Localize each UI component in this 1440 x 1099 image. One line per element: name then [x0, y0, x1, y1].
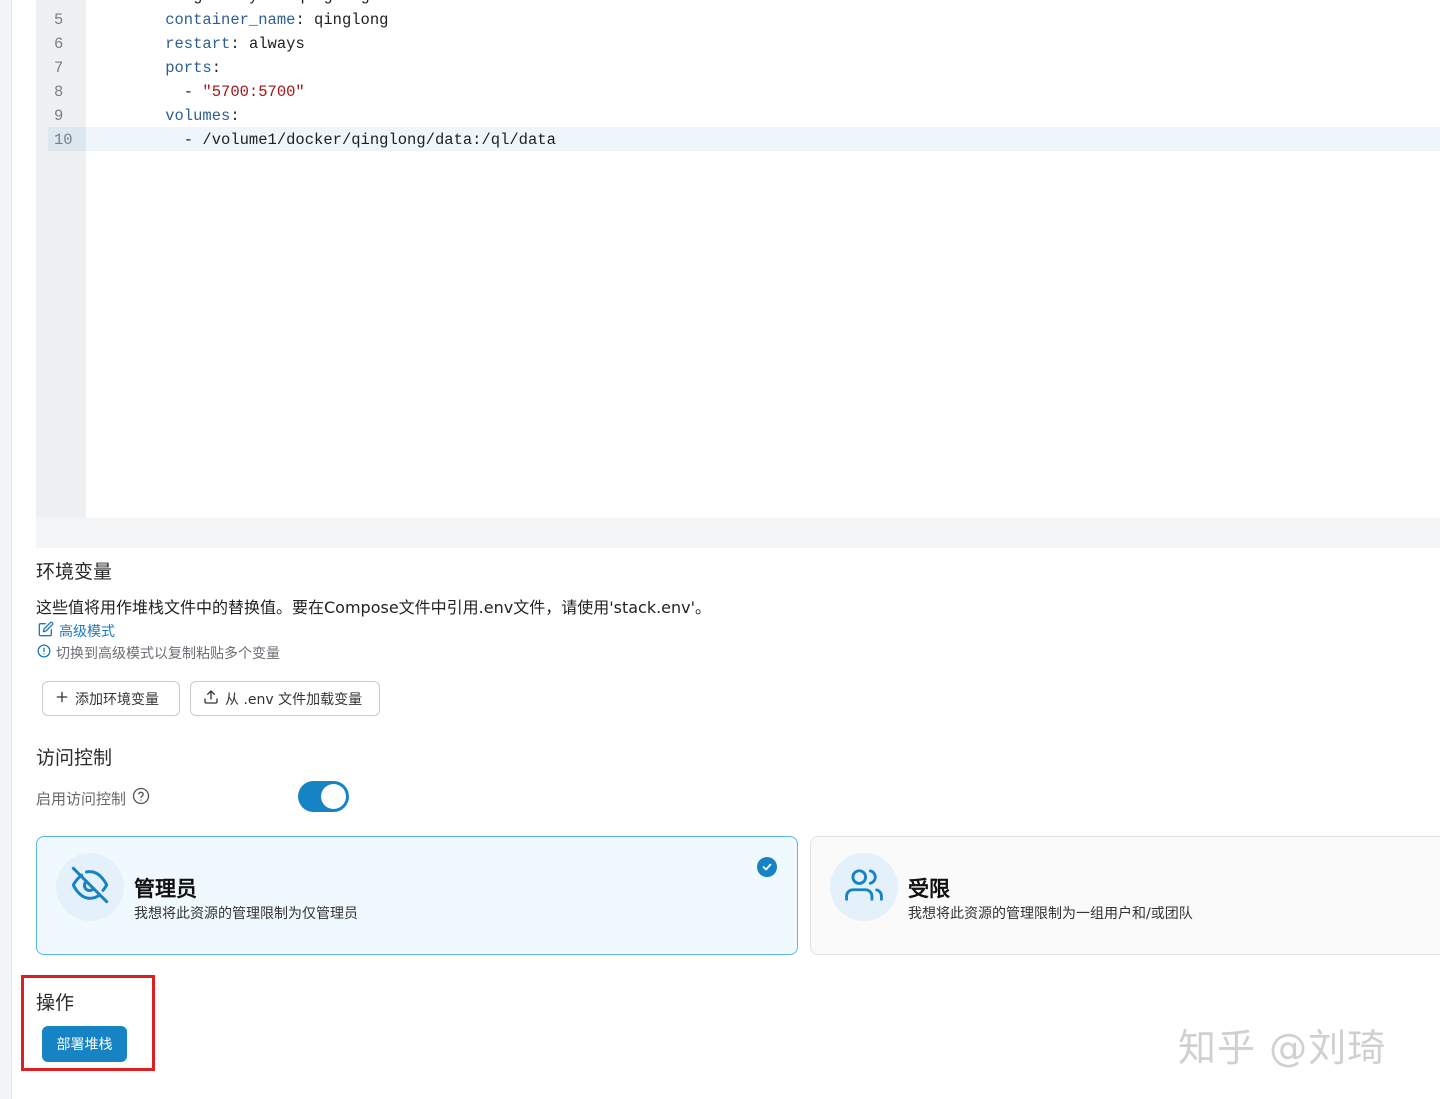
- left-rail: [0, 0, 12, 1099]
- add-env-variable-label: 添加环境变量: [75, 691, 159, 708]
- access-toggle-label: 启用访问控制: [36, 787, 150, 809]
- users-icon: [845, 866, 883, 908]
- code-line: - /volume1/docker/qinglong/data:/ql/data: [128, 131, 556, 149]
- access-control-toggle[interactable]: [298, 781, 349, 812]
- line-number: 6: [54, 35, 64, 53]
- add-env-variable-button[interactable]: 添加环境变量: [42, 681, 180, 716]
- selected-check-icon: [757, 857, 777, 877]
- plus-icon: [55, 690, 69, 708]
- load-env-file-label: 从 .env 文件加载变量: [225, 691, 363, 708]
- compose-editor[interactable]: 4 image: whyour/qinglong:latest 5 contai…: [36, 0, 1440, 548]
- code-line: volumes:: [128, 107, 240, 125]
- deploy-stack-button[interactable]: 部署堆栈: [42, 1026, 127, 1062]
- code-line: ports:: [128, 59, 222, 77]
- info-icon: [37, 644, 51, 662]
- advanced-mode-hint: 切换到高级模式以复制粘贴多个变量: [37, 643, 280, 663]
- restricted-access-card[interactable]: 受限 我想将此资源的管理限制为一组用户和/或团队: [810, 836, 1440, 955]
- edit-icon: [38, 621, 54, 641]
- code-line: - "5700:5700": [128, 83, 305, 101]
- restricted-card-title: 受限: [908, 877, 950, 901]
- env-section-title: 环境变量: [36, 561, 113, 583]
- hint-text: 切换到高级模式以复制粘贴多个变量: [56, 646, 280, 662]
- access-toggle-text: 启用访问控制: [36, 789, 127, 808]
- code-line: image: whyour/qinglong:latest: [128, 0, 435, 8]
- load-env-file-button[interactable]: 从 .env 文件加载变量: [190, 681, 380, 716]
- line-number: 5: [54, 11, 64, 29]
- help-icon[interactable]: [132, 787, 150, 809]
- line-number: 4: [54, 0, 84, 8]
- line-number: 8: [54, 83, 64, 101]
- line-number: 10: [54, 131, 73, 149]
- restricted-card-desc: 我想将此资源的管理限制为一组用户和/或团队: [908, 906, 1193, 922]
- code-line: restart: always: [128, 35, 305, 53]
- admin-access-card[interactable]: 管理员 我想将此资源的管理限制为仅管理员: [36, 836, 798, 955]
- actions-section-title: 操作: [36, 992, 75, 1014]
- advanced-mode-label: 高级模式: [59, 624, 115, 640]
- env-description: 这些值将用作堆栈文件中的替换值。要在Compose文件中引用.env文件，请使用…: [36, 598, 712, 617]
- access-section-title: 访问控制: [36, 747, 113, 769]
- card-icon-wrap: [830, 853, 898, 921]
- eye-off-icon: [70, 865, 110, 909]
- toggle-knob: [321, 784, 346, 809]
- editor-code-area[interactable]: [86, 0, 1440, 518]
- admin-card-title: 管理员: [134, 877, 197, 901]
- line-number: 9: [54, 107, 64, 125]
- upload-icon: [203, 689, 219, 709]
- advanced-mode-link[interactable]: 高级模式: [38, 621, 115, 641]
- watermark: 知乎 @刘琦: [1178, 1026, 1387, 1070]
- line-number: 7: [54, 59, 64, 77]
- code-line: container_name: qinglong: [128, 11, 389, 29]
- admin-card-desc: 我想将此资源的管理限制为仅管理员: [134, 906, 358, 922]
- card-icon-wrap: [56, 853, 124, 921]
